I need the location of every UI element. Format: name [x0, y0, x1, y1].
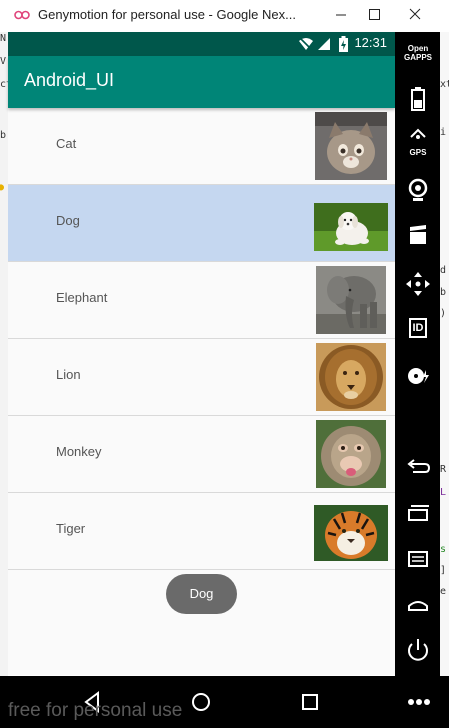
list-item-cat[interactable]: Cat	[8, 108, 395, 185]
list-item-label: Lion	[56, 367, 81, 382]
ide-background-left: N V ct b ●	[0, 32, 12, 676]
more-options-icon[interactable]	[401, 686, 437, 718]
open-gapps-icon: Open GAPPS	[403, 44, 432, 62]
nav-recents-icon[interactable]	[292, 686, 328, 718]
maximize-icon[interactable]	[358, 4, 392, 26]
battery-icon[interactable]	[401, 84, 435, 116]
list-item-monkey[interactable]: Monkey	[8, 416, 395, 493]
list-item-label: Tiger	[56, 521, 86, 536]
lion-photo	[316, 343, 386, 411]
cell-signal-icon	[318, 38, 330, 50]
list-item-label: Cat	[56, 136, 77, 151]
gps-icon	[410, 128, 426, 139]
list-item-dog[interactable]: Dog	[8, 185, 395, 262]
device-id-button[interactable]: ID	[401, 314, 435, 346]
move-icon[interactable]	[401, 268, 435, 300]
ide-fragment: xt	[440, 79, 449, 90]
ide-fragment: s	[440, 544, 447, 555]
wifi-off-icon	[299, 37, 313, 51]
nav-home-icon[interactable]	[183, 686, 219, 718]
genymotion-logo-icon	[14, 10, 30, 20]
dog-photo	[314, 203, 388, 251]
ide-fragment: )	[440, 308, 447, 319]
ide-fragment: V	[0, 56, 7, 67]
home-icon[interactable]	[401, 590, 435, 622]
toast-text: Dog	[189, 586, 214, 601]
ide-fragment: d	[440, 265, 447, 276]
screencast-icon[interactable]	[401, 220, 435, 252]
gps-button[interactable]: GPS	[401, 128, 435, 160]
ide-fragment: i	[440, 127, 447, 138]
menu-icon[interactable]	[401, 544, 435, 576]
ide-fragment: b	[440, 287, 447, 298]
list-item-label: Monkey	[56, 444, 102, 459]
watermark-text: free for personal use	[8, 700, 183, 721]
minimize-icon[interactable]	[324, 4, 358, 26]
ide-fragment: R	[440, 464, 447, 475]
status-bar: 12:31	[8, 32, 395, 56]
ide-fragment: b	[0, 130, 7, 141]
ide-background-right: xt i d b ) R L s ] e	[440, 32, 449, 676]
app-title: Android_UI	[24, 70, 115, 90]
status-time: 12:31	[354, 35, 387, 50]
window-titlebar: Genymotion for personal use - Google Nex…	[0, 0, 449, 32]
app-bar: Android_UI	[8, 56, 395, 108]
gps-label: GPS	[409, 148, 427, 157]
monkey-photo	[316, 420, 386, 488]
list-item-elephant[interactable]: Elephant	[8, 262, 395, 339]
emulator-sidebar: Open GAPPS GPS ID	[395, 32, 440, 676]
elephant-photo	[316, 266, 386, 334]
bulb-icon: ●	[0, 182, 5, 193]
webcam-icon[interactable]	[401, 174, 435, 206]
power-icon[interactable]	[401, 634, 435, 666]
battery-charging-icon	[339, 36, 348, 52]
disk-io-icon[interactable]	[401, 360, 435, 392]
open-gapps-button[interactable]: Open GAPPS	[401, 44, 435, 76]
close-icon[interactable]	[398, 4, 432, 26]
tiger-photo	[314, 505, 388, 561]
list-item-tiger[interactable]: Tiger	[8, 493, 395, 570]
ide-fragment: N	[0, 33, 7, 44]
list-item-lion[interactable]: Lion	[8, 339, 395, 416]
ide-fragment: ]	[440, 565, 447, 576]
back-icon[interactable]	[401, 452, 435, 484]
recent-apps-icon[interactable]	[401, 498, 435, 530]
id-icon: ID	[409, 318, 427, 338]
cat-photo	[315, 112, 387, 180]
list-item-label: Elephant	[56, 290, 108, 305]
ide-fragment: e	[440, 586, 447, 597]
ide-fragment: L	[440, 487, 447, 498]
toast: Dog	[166, 574, 237, 614]
window-title: Genymotion for personal use - Google Nex…	[38, 7, 296, 22]
list-item-label: Dog	[56, 213, 80, 228]
